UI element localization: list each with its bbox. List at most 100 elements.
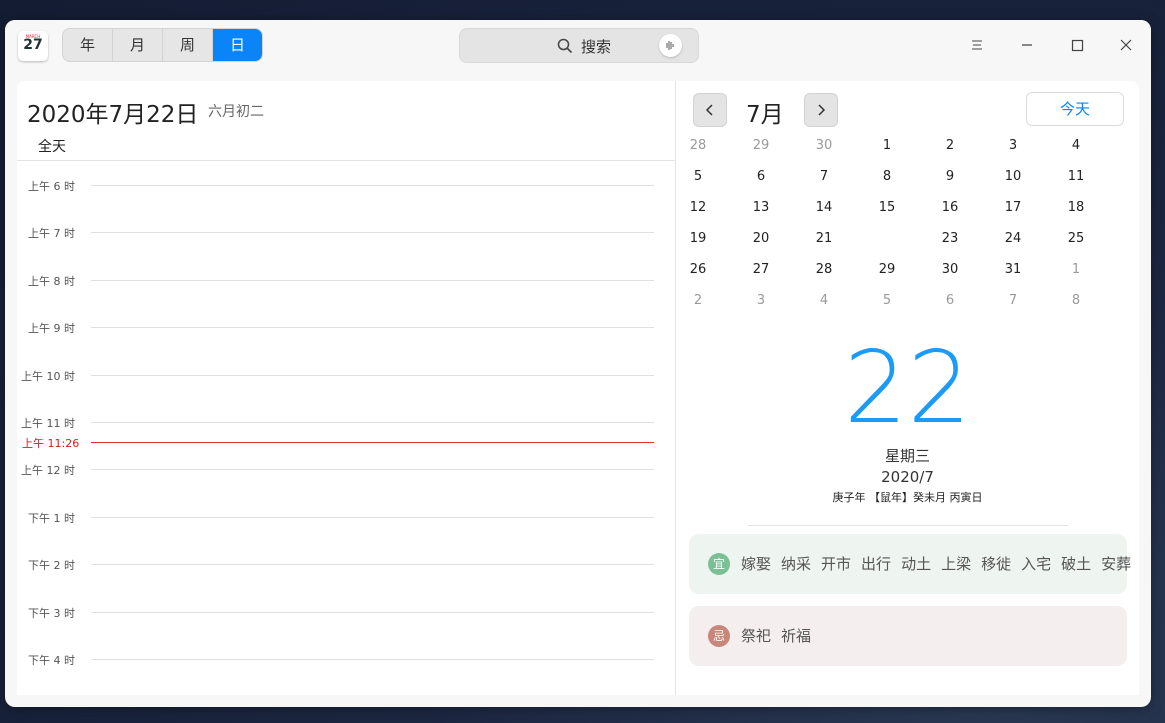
chevron-right-icon	[818, 104, 826, 116]
hour-row[interactable]: 下午 2 时	[17, 559, 675, 572]
calendar-day-other-month[interactable]: 5	[872, 290, 902, 312]
hour-row[interactable]: 下午 3 时	[17, 607, 675, 620]
hour-label: 下午 2 时	[28, 559, 75, 572]
calendar-day[interactable]: 31	[998, 259, 1028, 281]
hour-label: 下午 3 时	[28, 607, 75, 620]
hour-label: 上午 10 时	[21, 370, 75, 383]
side-panel: 7月 今天 28 29 30 1 2 3 4 5 6 7 8 9 10 11 12 13 14 15 16 17 18 1…	[676, 81, 1139, 695]
hour-row[interactable]: 上午 12 时	[17, 464, 675, 477]
hour-row[interactable]: 上午 6 时	[17, 180, 675, 193]
suitable-badge: 宜	[708, 553, 730, 575]
suitable-item: 上梁	[941, 555, 972, 573]
calendar-day-other-month[interactable]: 28	[683, 135, 713, 157]
calendar-day-other-month[interactable]: 4	[809, 290, 839, 312]
calendar-day[interactable]: 6	[746, 166, 776, 188]
hour-label: 下午 4 时	[28, 654, 75, 667]
avoid-badge: 忌	[708, 625, 730, 647]
calendar-day-other-month[interactable]: 6	[935, 290, 965, 312]
hour-label: 上午 12 时	[21, 464, 75, 477]
calendar-day[interactable]: 18	[1061, 197, 1091, 219]
hour-line	[91, 280, 654, 281]
calendar-day[interactable]: 28	[809, 259, 839, 281]
day-view-title: 2020年7月22日	[27, 102, 199, 128]
tab-day[interactable]: 日	[213, 29, 262, 61]
tab-month[interactable]: 月	[113, 29, 163, 61]
calendar-day[interactable]: 5	[683, 166, 713, 188]
calendar-day-other-month[interactable]: 8	[1061, 290, 1091, 312]
calendar-day-other-month[interactable]: 3	[746, 290, 776, 312]
next-month-button[interactable]	[804, 93, 838, 127]
hour-row[interactable]: 上午 11 时	[17, 417, 675, 430]
calendar-day[interactable]: 25	[1061, 228, 1091, 250]
view-switcher: 年 月 周 日	[62, 28, 263, 62]
maximize-icon[interactable]	[1066, 34, 1088, 56]
hour-line	[91, 185, 654, 186]
calendar-day[interactable]: 8	[872, 166, 902, 188]
calendar-day[interactable]: 21	[809, 228, 839, 250]
current-time-line	[91, 442, 654, 443]
day-view: 2020年7月22日 六月初二 全天 上午 6 时上午 7 时上午 8 时上午 …	[17, 81, 675, 695]
hour-line	[91, 612, 654, 613]
today-button[interactable]: 今天	[1026, 92, 1124, 126]
suitable-item: 动土	[901, 555, 932, 573]
calendar-day[interactable]: 12	[683, 197, 713, 219]
calendar-day[interactable]: 9	[935, 166, 965, 188]
hour-row[interactable]: 上午 7 时	[17, 227, 675, 240]
suitable-item: 移徙	[981, 555, 1012, 573]
suitable-item: 嫁娶	[741, 555, 772, 573]
calendar-day[interactable]: 3	[998, 135, 1028, 157]
calendar-day[interactable]: 20	[746, 228, 776, 250]
close-icon[interactable]	[1115, 34, 1137, 56]
prev-month-button[interactable]	[693, 93, 727, 127]
ganzhi-text: 庚子年 【鼠年】癸未月 丙寅日	[832, 491, 983, 504]
calendar-day[interactable]: 11	[1061, 166, 1091, 188]
minimize-icon[interactable]	[1016, 34, 1038, 56]
current-time-label: 上午 11:26	[22, 437, 80, 450]
voice-input-button[interactable]	[659, 34, 682, 57]
mini-calendar-month: 7月	[746, 102, 784, 128]
avoid-item: 祭祀	[741, 627, 772, 645]
calendar-day-other-month[interactable]: 2	[683, 290, 713, 312]
calendar-day[interactable]: 10	[998, 166, 1028, 188]
tab-week[interactable]: 周	[163, 29, 213, 61]
search-box[interactable]: 搜索	[459, 28, 699, 63]
calendar-day[interactable]: 17	[998, 197, 1028, 219]
calendar-day[interactable]: 7	[809, 166, 839, 188]
calendar-day[interactable]: 30	[935, 259, 965, 281]
calendar-day-other-month[interactable]: 30	[809, 135, 839, 157]
calendar-day[interactable]: 1	[872, 135, 902, 157]
calendar-day[interactable]: 19	[683, 228, 713, 250]
hour-row[interactable]: 上午 8 时	[17, 275, 675, 288]
calendar-day[interactable]: 16	[935, 197, 965, 219]
calendar-day[interactable]: 29	[872, 259, 902, 281]
tab-year[interactable]: 年	[63, 29, 113, 61]
calendar-day[interactable]: 14	[809, 197, 839, 219]
calendar-day-other-month[interactable]: 7	[998, 290, 1028, 312]
calendar-day[interactable]: 27	[746, 259, 776, 281]
calendar-day[interactable]: 13	[746, 197, 776, 219]
hour-row[interactable]: 下午 4 时	[17, 654, 675, 667]
calendar-day[interactable]: 23	[935, 228, 965, 250]
suitable-item: 破土	[1061, 555, 1092, 573]
suitable-item: 开市	[821, 555, 852, 573]
calendar-day[interactable]: 24	[998, 228, 1028, 250]
avoid-list: 祭祀 祈福	[741, 625, 821, 646]
calendar-day[interactable]: 26	[683, 259, 713, 281]
calendar-day[interactable]: 15	[872, 197, 902, 219]
all-day-divider	[17, 160, 675, 161]
lunar-date: 六月初二	[208, 104, 264, 120]
calendar-day-other-month[interactable]: 29	[746, 135, 776, 157]
hour-label: 上午 11 时	[21, 417, 75, 430]
suitable-item: 出行	[861, 555, 892, 573]
hour-row[interactable]: 上午 9 时	[17, 322, 675, 335]
selected-year-month: 2020/7	[881, 468, 934, 486]
calendar-day[interactable]: 4	[1061, 135, 1091, 157]
calendar-day[interactable]: 22	[872, 228, 902, 250]
title-bar: MARCH 27 年 月 周 日 搜索	[5, 20, 1151, 70]
calendar-day-other-month[interactable]: 1	[1061, 259, 1091, 281]
search-icon	[557, 38, 573, 54]
hour-row[interactable]: 上午 10 时	[17, 370, 675, 383]
calendar-day[interactable]: 2	[935, 135, 965, 157]
hour-row[interactable]: 下午 1 时	[17, 512, 675, 525]
menu-icon[interactable]	[966, 34, 988, 56]
